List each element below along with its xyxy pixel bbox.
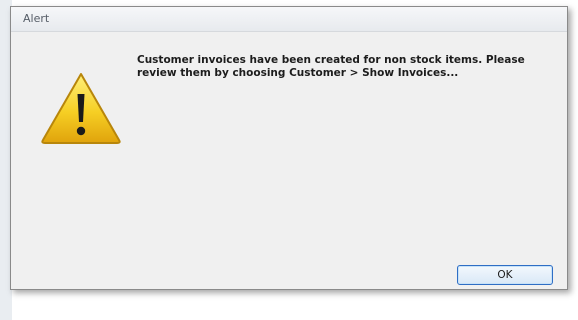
dialog-content: Customer invoices have been created for … bbox=[11, 32, 567, 289]
alert-dialog: Alert Customer invoices have been create… bbox=[10, 6, 568, 290]
warning-icon bbox=[41, 73, 121, 144]
window-title: Alert bbox=[23, 12, 50, 25]
alert-message: Customer invoices have been created for … bbox=[137, 54, 525, 79]
ok-button[interactable]: OK bbox=[457, 265, 553, 285]
title-bar[interactable]: Alert bbox=[11, 7, 567, 32]
screen: Alert Customer invoices have been create… bbox=[0, 0, 578, 320]
